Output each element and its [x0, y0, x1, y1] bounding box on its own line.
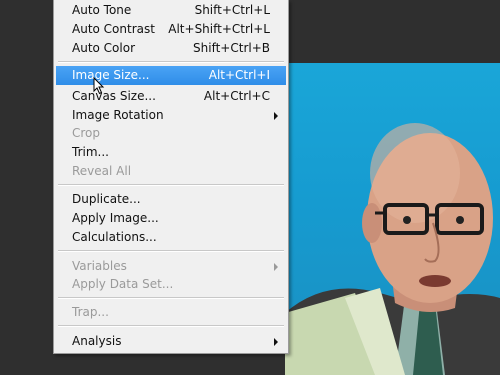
menu-item-crop[interactable]: Crop: [56, 124, 286, 143]
menu-item-trim[interactable]: Trim...: [56, 143, 286, 162]
menu-item-reveal-all[interactable]: Reveal All: [56, 162, 286, 181]
menu-item-calculations[interactable]: Calculations...: [56, 228, 286, 247]
menu-item-image-size[interactable]: Image Size... Alt+Ctrl+I: [56, 66, 286, 85]
menu-separator: [58, 250, 284, 252]
image-adjust-menu: Auto Tone Shift+Ctrl+L Auto Contrast Alt…: [53, 0, 289, 354]
menu-separator: [58, 184, 284, 186]
menu-item-analysis[interactable]: Analysis: [56, 332, 286, 351]
menu-item-image-rotation[interactable]: Image Rotation: [56, 106, 286, 125]
menu-item-variables[interactable]: Variables: [56, 257, 286, 276]
menu-item-duplicate[interactable]: Duplicate...: [56, 190, 286, 209]
document-photo: [285, 63, 500, 375]
menu-separator: [58, 61, 284, 63]
submenu-arrow-icon: [274, 338, 278, 346]
menu-separator: [58, 297, 284, 299]
mouse-pointer-icon: [93, 77, 105, 95]
menu-item-trap[interactable]: Trap...: [56, 303, 286, 322]
submenu-arrow-icon: [274, 263, 278, 271]
menu-item-apply-data-set[interactable]: Apply Data Set...: [56, 275, 286, 294]
menu-separator: [58, 325, 284, 327]
menu-item-apply-image[interactable]: Apply Image...: [56, 209, 286, 228]
man-portrait-image: [285, 123, 500, 375]
menu-item-canvas-size[interactable]: Canvas Size... Alt+Ctrl+C: [56, 87, 286, 106]
menu-item-auto-tone[interactable]: Auto Tone Shift+Ctrl+L: [56, 1, 286, 20]
menu-item-auto-color[interactable]: Auto Color Shift+Ctrl+B: [56, 39, 286, 58]
menu-item-auto-contrast[interactable]: Auto Contrast Alt+Shift+Ctrl+L: [56, 20, 286, 39]
submenu-arrow-icon: [274, 112, 278, 120]
